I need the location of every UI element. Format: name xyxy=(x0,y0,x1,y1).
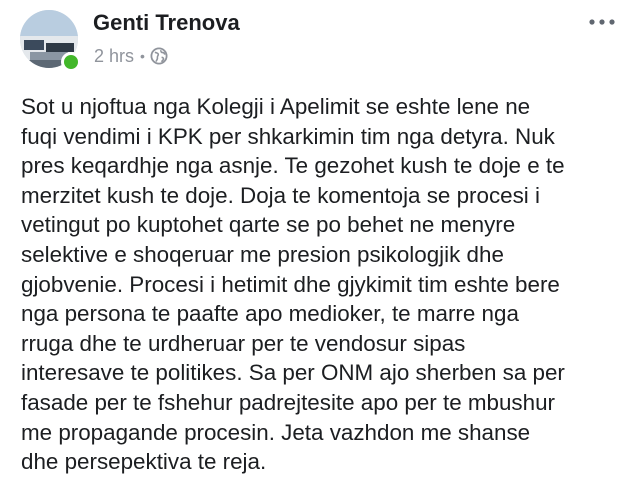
online-status-indicator xyxy=(61,52,81,72)
author-name[interactable]: Genti Trenova xyxy=(93,10,240,36)
globe-icon[interactable] xyxy=(150,47,168,65)
post-meta: 2 hrs • xyxy=(94,44,168,68)
more-options-icon xyxy=(589,19,615,25)
more-options-button[interactable] xyxy=(584,8,620,36)
facebook-post: Genti Trenova 2 hrs • Sot u njoftua nga … xyxy=(0,0,640,499)
post-body-text: Sot u njoftua nga Kolegji i Apelimit se … xyxy=(21,94,565,475)
post-header: Genti Trenova 2 hrs • xyxy=(0,0,640,80)
post-timestamp[interactable]: 2 hrs xyxy=(94,46,134,67)
meta-separator: • xyxy=(140,48,145,64)
